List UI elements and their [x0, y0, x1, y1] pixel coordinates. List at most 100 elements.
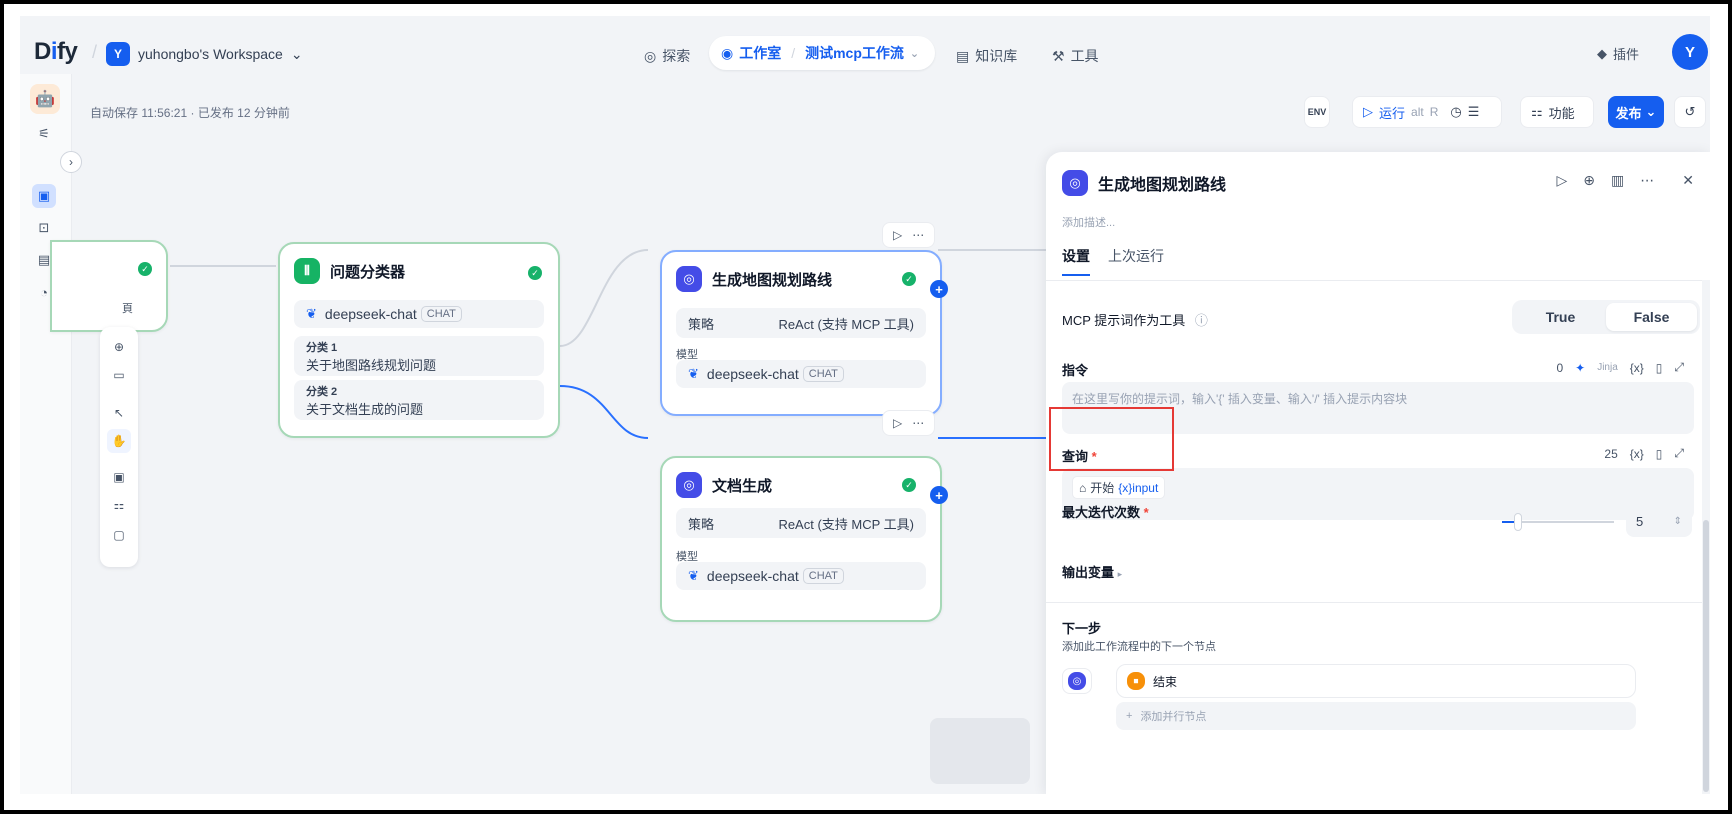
close-icon[interactable]: ✕ [1682, 172, 1694, 189]
shortcut-r: R [1429, 105, 1439, 119]
ai-sparkle-icon[interactable]: ✦ [1575, 361, 1585, 375]
expand-icon[interactable]: ⤢ [1674, 360, 1684, 375]
more-icon[interactable]: ⋯ [912, 228, 924, 242]
clipboard-icon[interactable]: ▯ [1656, 361, 1663, 375]
query-char-count: 25 [1604, 446, 1618, 461]
panel-actions: ▷ ⊕ ▥ ⋯ ✕ [1557, 172, 1694, 189]
question-classifier-node[interactable]: ⫴ 问题分类器 ✓ ❦ deepseek-chat CHAT 分类 1 关于地图… [278, 242, 560, 438]
doc-generate-agent-node[interactable]: ◎ 文档生成 ✓ 策略 ReAct (支持 MCP 工具) 模型 ❦ deeps… [660, 456, 942, 622]
clipboard-icon[interactable]: ▯ [1656, 447, 1663, 461]
deepseek-icon: ❦ [688, 568, 699, 583]
node-header: ◎ 文档生成 [676, 472, 772, 498]
env-button[interactable]: ENV [1304, 96, 1330, 128]
insert-variable-icon[interactable]: {x} [1630, 361, 1644, 375]
history-clock-icon[interactable]: ◷ [1450, 104, 1461, 120]
description-input[interactable]: 添加描述... [1062, 214, 1115, 230]
node-title: 问题分类器 [330, 263, 406, 281]
insert-variable-icon[interactable]: {x} [1630, 447, 1644, 461]
max-iter-label: 最大迭代次数 * [1062, 502, 1149, 521]
deepseek-icon: ❦ [306, 306, 317, 321]
docs-book-icon[interactable]: ▥ [1611, 172, 1624, 189]
agent-icon: ◎ [1068, 672, 1086, 690]
tab-last-run[interactable]: 上次运行 [1108, 246, 1164, 276]
minimap-toggle-icon[interactable]: ▢ [107, 523, 131, 547]
toggle-true[interactable]: True [1515, 303, 1606, 331]
slider-knob[interactable] [1514, 513, 1522, 531]
map-route-agent-node[interactable]: ◎ 生成地图规划路线 ✓ 策略 ReAct (支持 MCP 工具) 模型 ❦ d… [660, 250, 942, 416]
pointer-icon[interactable]: ↖ [107, 401, 131, 425]
strategy-label: 策略 [688, 316, 715, 332]
features-button[interactable]: ⚏ 功能 [1520, 96, 1594, 128]
checklist-icon[interactable]: ☰ [1468, 104, 1480, 120]
toggle-false[interactable]: False [1606, 303, 1697, 331]
more-icon[interactable]: ⋯ [1640, 172, 1654, 189]
add-next-node-handle[interactable]: + [930, 280, 948, 298]
variable-name: {x}input [1118, 480, 1159, 495]
model-tag: CHAT [802, 568, 844, 584]
start-node-icon: ⌂ [1079, 480, 1087, 495]
help-icon[interactable]: ⓘ [1195, 313, 1208, 328]
publish-button[interactable]: 发布 ⌄ [1608, 96, 1664, 128]
success-check-icon: ✓ [528, 266, 542, 280]
tab-settings[interactable]: 设置 [1062, 246, 1090, 276]
max-iter-input[interactable]: 5 ⇕ [1626, 505, 1692, 537]
query-editor[interactable]: ⌂ 开始 {x}input [1062, 468, 1694, 520]
add-next-node-handle[interactable]: + [930, 486, 948, 504]
strategy-row: 策略 ReAct (支持 MCP 工具) [676, 508, 926, 538]
mcp-prompt-label-text: MCP 提示词作为工具 [1062, 313, 1186, 328]
class-label: 分类 2 [306, 385, 338, 398]
tabs-divider [1046, 280, 1710, 281]
panel-scrollbar[interactable] [1702, 280, 1710, 794]
required-mark: * [1143, 505, 1149, 520]
stepper-icon[interactable]: ⇕ [1674, 516, 1682, 527]
start-node-partial[interactable]: ✓ 頁 [50, 240, 168, 332]
success-check-icon: ✓ [902, 272, 916, 286]
nav-tools[interactable]: ⚒ 工具 [1052, 46, 1099, 66]
section-divider [1046, 602, 1710, 603]
run-node-icon[interactable]: ▷ [893, 228, 902, 242]
plugins-button[interactable]: ◆ 插件 [1597, 44, 1639, 63]
class-2-row[interactable]: 分类 2 关于文档生成的问题 [294, 380, 544, 420]
variable-chip[interactable]: ⌂ 开始 {x}input [1072, 476, 1166, 499]
max-iter-slider[interactable] [1502, 513, 1614, 531]
minimap[interactable] [930, 718, 1030, 784]
layout-organize-icon[interactable]: ⚏ [107, 493, 131, 517]
play-icon: ▷ [1363, 104, 1373, 119]
class-1-row[interactable]: 分类 1 关于地图路线规划问题 [294, 336, 544, 376]
scrollbar-thumb[interactable] [1703, 520, 1709, 792]
agent-icon: ◎ [1062, 170, 1088, 196]
node-mini-actions: ▷ ⋯ [882, 410, 936, 436]
next-node-end[interactable]: ⏹ 结束 [1116, 664, 1636, 698]
panel-tabs: 设置 上次运行 [1062, 246, 1164, 276]
run-button[interactable]: 运行 [1379, 103, 1405, 122]
user-avatar[interactable]: Y [1672, 34, 1708, 70]
add-parallel-node[interactable]: + 添加并行节点 [1116, 702, 1636, 730]
run-group: ▷ 运行 alt R ◷ ☰ [1352, 96, 1502, 128]
expand-icon[interactable]: ⤢ [1674, 446, 1684, 461]
app-window: Dify / Y yuhongbo's Workspace ⌄ ◎ 探索 ◉ 工… [20, 16, 1710, 794]
panel-title[interactable]: 生成地图规划路线 [1098, 171, 1226, 195]
add-node-icon[interactable]: ⊕ [107, 335, 131, 359]
version-history-icon[interactable]: ↺ [1674, 96, 1706, 128]
strategy-label: 策略 [688, 516, 715, 532]
deepseek-icon: ❦ [688, 366, 699, 381]
target-icon[interactable]: ⊕ [1583, 172, 1595, 189]
jinja-toggle[interactable]: Jinja [1597, 362, 1618, 373]
model-name: deepseek-chat [324, 306, 417, 322]
output-vars-toggle[interactable]: 输出变量 ▸ [1062, 562, 1122, 581]
run-step-icon[interactable]: ▷ [1557, 172, 1568, 189]
next-step-desc: 添加此工作流程中的下一个节点 [1062, 641, 1216, 653]
variable-node: 开始 [1090, 481, 1115, 495]
export-image-icon[interactable]: ▣ [107, 465, 131, 489]
node-title: 生成地图规划路线 [712, 271, 833, 289]
node-header: ◎ 生成地图规划路线 [676, 266, 832, 292]
note-icon[interactable]: ▭ [107, 363, 131, 387]
more-icon[interactable]: ⋯ [912, 416, 924, 430]
highlight-box [1049, 407, 1174, 471]
output-vars-label: 输出变量 [1062, 565, 1115, 580]
model-row: ❦ deepseek-chat CHAT [294, 300, 544, 328]
run-node-icon[interactable]: ▷ [893, 416, 902, 430]
hand-icon[interactable]: ✋ [107, 429, 131, 453]
max-iter-label-text: 最大迭代次数 [1062, 505, 1141, 520]
success-check-icon: ✓ [902, 478, 916, 492]
